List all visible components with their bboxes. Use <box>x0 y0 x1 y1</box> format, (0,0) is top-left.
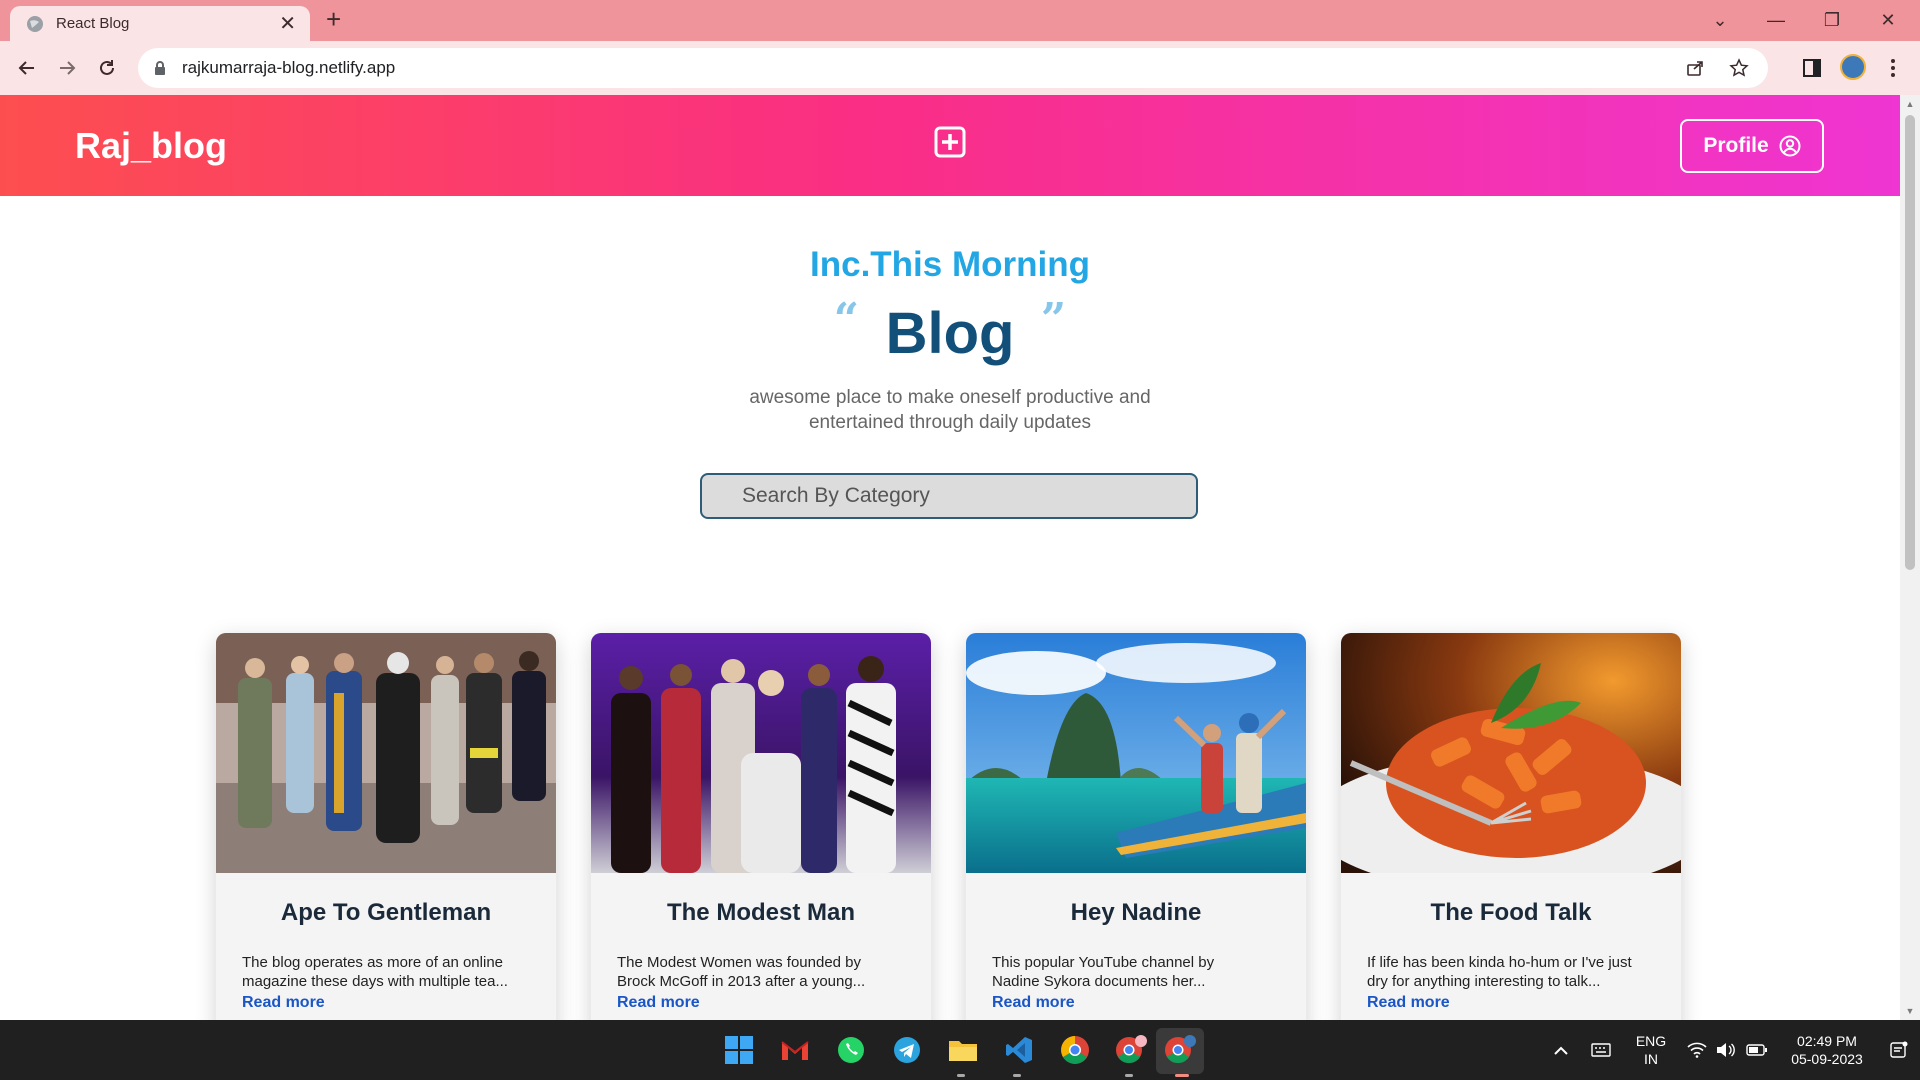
blog-card[interactable]: The Modest Man The Modest Women was foun… <box>591 633 931 1020</box>
taskbar: ENG IN 02:49 PM 05-09-2023 <box>0 1020 1920 1080</box>
card-description: The blog operates as more of an online m… <box>242 953 530 991</box>
card-title: The Food Talk <box>1430 899 1592 926</box>
bookmark-star-icon[interactable] <box>1724 53 1754 83</box>
scroll-up-arrow-icon[interactable]: ▲ <box>1905 99 1915 109</box>
site-header: Raj_blog Profile <box>0 95 1900 196</box>
clock-time: 02:49 PM <box>1797 1033 1857 1049</box>
read-more-link[interactable]: Read more <box>242 994 530 1012</box>
brand-logo[interactable]: Raj_blog <box>75 125 227 167</box>
close-icon[interactable]: ✕ <box>279 14 296 34</box>
card-desc-line-2: Brock McGoff in 2013 after a young... <box>617 973 866 990</box>
hero-subtitle: Inc.This Morning <box>810 245 1090 284</box>
tab-title: React Blog <box>56 15 130 32</box>
active-indicator <box>1175 1074 1189 1077</box>
card-desc-line-2: dry for anything interesting to talk... <box>1367 973 1601 990</box>
reload-icon[interactable] <box>93 54 121 82</box>
blog-card[interactable]: The Food Talk If life has been kinda ho-… <box>1341 633 1681 1020</box>
chevron-down-icon[interactable]: ⌄ <box>1692 0 1748 41</box>
url-text[interactable]: rajkumarraja-blog.netlify.app <box>182 58 1680 78</box>
forward-arrow-icon[interactable] <box>53 54 81 82</box>
keyboard-icon[interactable] <box>1590 1040 1612 1060</box>
search-input[interactable] <box>700 473 1198 519</box>
minimize-button[interactable]: — <box>1748 0 1804 41</box>
hero-title: Blog <box>885 301 1015 366</box>
card-desc-line-1: If life has been kinda ho-hum or I've ju… <box>1367 954 1632 971</box>
new-tab-button[interactable]: + <box>326 6 341 32</box>
card-image-fashion-runway[interactable] <box>216 633 556 873</box>
close-window-button[interactable]: ✕ <box>1860 0 1916 41</box>
tagline-line-2: entertained through daily updates <box>808 412 1092 433</box>
restore-button[interactable]: ❐ <box>1804 0 1860 41</box>
blog-card[interactable]: Ape To Gentleman The blog operates as mo… <box>216 633 556 1020</box>
clock-date: 05-09-2023 <box>1791 1051 1863 1067</box>
back-arrow-icon[interactable] <box>13 54 41 82</box>
hero-title-block: “ Blog ” <box>0 294 1900 367</box>
read-more-link[interactable]: Read more <box>617 994 905 1012</box>
more-menu-icon[interactable] <box>1880 55 1906 81</box>
address-bar: rajkumarraja-blog.netlify.app <box>0 41 1920 95</box>
browser-tab[interactable]: React Blog ✕ <box>10 6 310 41</box>
windows-start-icon[interactable] <box>721 1032 757 1068</box>
globe-icon <box>26 15 44 33</box>
read-more-link[interactable]: Read more <box>1367 994 1655 1012</box>
running-indicator <box>1013 1074 1021 1077</box>
file-explorer-icon[interactable] <box>945 1032 981 1068</box>
whatsapp-icon[interactable] <box>833 1032 869 1068</box>
close-quote-icon: ” <box>1040 294 1067 345</box>
url-field[interactable]: rajkumarraja-blog.netlify.app <box>138 48 1768 88</box>
profile-button[interactable]: Profile <box>1680 119 1824 173</box>
chrome-active-icon[interactable] <box>1162 1032 1198 1068</box>
card-title: The Modest Man <box>666 899 855 926</box>
read-more-link[interactable]: Read more <box>992 994 1280 1012</box>
battery-icon[interactable] <box>1746 1040 1768 1060</box>
share-icon[interactable] <box>1680 53 1710 83</box>
card-image-pasta-dish[interactable] <box>1341 633 1681 873</box>
running-indicator <box>957 1074 965 1077</box>
region-code: IN <box>1644 1051 1658 1067</box>
scroll-thumb[interactable] <box>1905 115 1915 570</box>
web-page: Raj_blog Profile Inc.This Morning “ Blog… <box>0 95 1900 1020</box>
card-desc-line-1: This popular YouTube channel by <box>992 954 1215 971</box>
chrome-icon[interactable] <box>1057 1032 1093 1068</box>
card-desc-line-2: Nadine Sykora documents her... <box>992 973 1206 990</box>
open-quote-icon: “ <box>833 294 860 345</box>
tagline-line-1: awesome place to make oneself productive… <box>749 387 1151 408</box>
volume-icon[interactable] <box>1714 1040 1736 1060</box>
chrome-profile-icon[interactable] <box>1113 1032 1149 1068</box>
card-description: This popular YouTube channel by Nadine S… <box>992 953 1280 991</box>
notification-icon[interactable] <box>1888 1040 1910 1060</box>
profile-label: Profile <box>1703 134 1769 157</box>
blog-card[interactable]: Hey Nadine This popular YouTube channel … <box>966 633 1306 1020</box>
add-post-icon[interactable] <box>934 126 966 158</box>
avatar[interactable] <box>1840 54 1866 80</box>
scroll-down-arrow-icon[interactable]: ▼ <box>1905 1006 1915 1016</box>
chevron-up-icon[interactable] <box>1550 1040 1572 1060</box>
card-image-travel-lagoon[interactable] <box>966 633 1306 873</box>
clock[interactable]: 02:49 PM 05-09-2023 <box>1780 1032 1874 1068</box>
side-panel-icon[interactable] <box>1799 55 1825 81</box>
gmail-icon[interactable] <box>777 1032 813 1068</box>
card-description: The Modest Women was founded by Brock Mc… <box>617 953 905 991</box>
hero-tagline: awesome place to make oneself productive… <box>0 385 1900 435</box>
card-desc-line-2: magazine these days with multiple tea... <box>242 973 508 990</box>
page-scrollbar[interactable]: ▲ ▼ <box>1900 95 1920 1020</box>
browser-tab-strip: React Blog ✕ + ⌄ — ❐ ✕ <box>0 0 1920 41</box>
card-desc-line-1: The blog operates as more of an online <box>242 954 503 971</box>
language-indicator[interactable]: ENG IN <box>1632 1032 1670 1068</box>
lock-icon[interactable] <box>154 59 168 77</box>
card-description: If life has been kinda ho-hum or I've ju… <box>1367 953 1655 991</box>
wifi-icon[interactable] <box>1686 1040 1708 1060</box>
card-desc-line-1: The Modest Women was founded by <box>617 954 862 971</box>
vscode-icon[interactable] <box>1001 1032 1037 1068</box>
card-title: Ape To Gentleman <box>280 899 492 926</box>
card-image-models-walk[interactable] <box>591 633 931 873</box>
running-indicator <box>1125 1074 1133 1077</box>
user-circle-icon <box>1779 135 1801 157</box>
language-code: ENG <box>1635 1033 1667 1049</box>
card-title: Hey Nadine <box>1070 899 1202 926</box>
telegram-icon[interactable] <box>889 1032 925 1068</box>
